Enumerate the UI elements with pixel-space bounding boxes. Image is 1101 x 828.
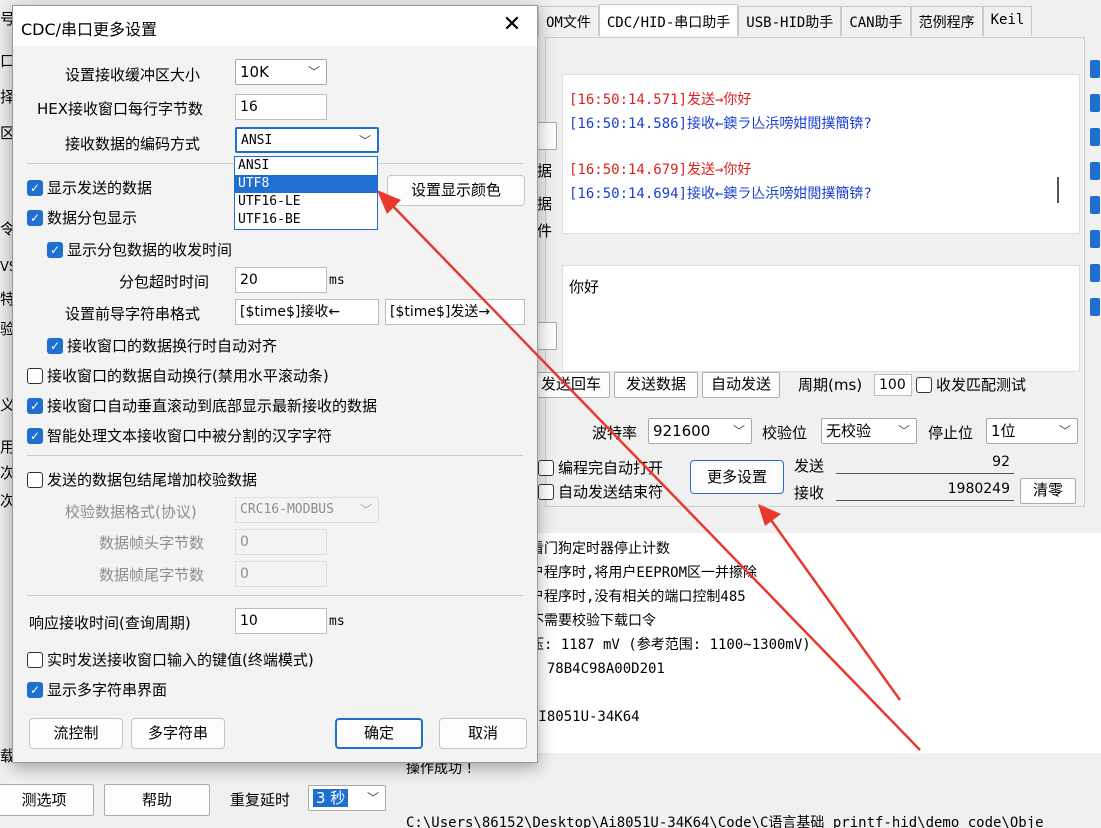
arrowhead-more-settings xyxy=(758,504,781,526)
arrow-line-encoding xyxy=(386,199,921,751)
arrow-line-more-settings xyxy=(764,512,902,701)
annotation-arrows xyxy=(377,190,921,751)
